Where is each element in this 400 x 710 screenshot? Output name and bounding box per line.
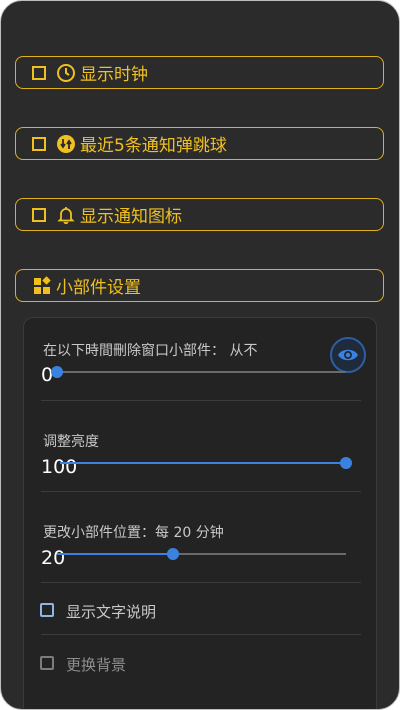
checkbox-notification-bubble[interactable] bbox=[32, 136, 46, 151]
delete-widget-label: 在以下時間刪除窗口小部件： 从不 bbox=[43, 343, 258, 359]
slider-thumb[interactable] bbox=[51, 366, 63, 378]
clock-icon bbox=[56, 63, 76, 83]
toggle-show-clock[interactable]: 显示时钟 bbox=[15, 56, 384, 89]
widget-settings-panel: 在以下時間刪除窗口小部件： 从不 0 调整亮度 100 更改小部件位置：每 20… bbox=[23, 317, 377, 709]
widgets-icon bbox=[32, 275, 52, 296]
divider bbox=[41, 582, 361, 583]
checkbox-show-clock[interactable] bbox=[32, 65, 46, 80]
slider-fill bbox=[60, 462, 346, 464]
toggle-label: 最近5条通知弹跳球 bbox=[80, 136, 227, 156]
toggle-label: 小部件设置 bbox=[56, 278, 141, 298]
slider-thumb[interactable] bbox=[340, 457, 352, 469]
divider bbox=[41, 400, 361, 401]
show-caption-checkbox[interactable] bbox=[40, 603, 54, 617]
eye-icon[interactable] bbox=[330, 337, 366, 373]
phone-frame: 显示时钟 最近5条通知弹跳球 显示通知图标 小部件设置 在以下時間刪除窗口小部件… bbox=[0, 0, 400, 710]
toggle-show-notification-icons[interactable]: 显示通知图标 bbox=[15, 198, 384, 231]
widget-settings-header[interactable]: 小部件设置 bbox=[15, 269, 384, 302]
brightness-slider[interactable] bbox=[60, 457, 352, 469]
slider-fill bbox=[57, 553, 173, 555]
checkbox-show-notification-icons[interactable] bbox=[32, 207, 46, 222]
brightness-label: 调整亮度 bbox=[43, 434, 99, 450]
delete-widget-slider[interactable] bbox=[51, 366, 346, 378]
position-label: 更改小部件位置：每 20 分钟 bbox=[43, 525, 224, 541]
toggle-label: 显示通知图标 bbox=[80, 207, 182, 227]
show-caption-label: 显示文字说明 bbox=[66, 603, 157, 621]
circle-arrows-icon bbox=[56, 134, 76, 154]
brightness-value: 100 bbox=[41, 456, 78, 478]
divider bbox=[41, 634, 361, 635]
toggle-notification-bubble[interactable]: 最近5条通知弹跳球 bbox=[15, 127, 384, 160]
position-value: 20 bbox=[41, 547, 66, 569]
change-background-label: 更换背景 bbox=[66, 656, 127, 674]
position-slider[interactable] bbox=[57, 548, 346, 560]
divider bbox=[41, 491, 361, 492]
toggle-label: 显示时钟 bbox=[80, 65, 148, 85]
bell-icon bbox=[56, 205, 76, 225]
slider-thumb[interactable] bbox=[166, 548, 179, 560]
change-background-checkbox[interactable] bbox=[40, 656, 54, 670]
